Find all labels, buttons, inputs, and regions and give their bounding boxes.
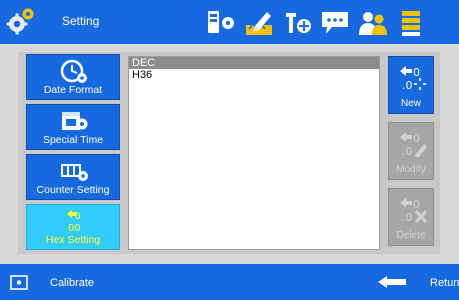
hex-digits-icon: 0 00 — [67, 210, 81, 234]
sidebar-item-label: Date Format — [43, 84, 103, 96]
svg-text:0: 0 — [75, 212, 81, 222]
settings-panel: Date Format Special Time Counter Setting… — [18, 52, 440, 254]
new-button-label: New — [400, 98, 421, 109]
new-hex-icon: 0 .0 — [400, 66, 426, 92]
delete-x-icon: 0 .0 — [400, 198, 428, 224]
svg-text:.0: .0 — [402, 79, 413, 92]
calendar-gear-icon — [62, 112, 88, 130]
svg-text:.0: .0 — [402, 145, 413, 158]
wrench-settings-icon[interactable] — [283, 9, 313, 37]
calibrate-button[interactable]: Calibrate — [50, 277, 94, 289]
hex-list[interactable]: DEC H36 — [128, 56, 380, 250]
sidebar-item-label: Counter Setting — [36, 184, 110, 196]
counter-gear-icon — [61, 164, 88, 181]
svg-text:0: 0 — [413, 198, 420, 211]
sidebar-item-label: Hex Setting — [45, 234, 101, 246]
sidebar-item-hex-setting[interactable]: 0 00 Hex Setting — [26, 204, 120, 250]
svg-text:0: 0 — [413, 66, 420, 79]
modify-pencil-icon: 0 .0 — [400, 132, 427, 158]
svg-text:0: 0 — [413, 132, 420, 145]
list-item[interactable]: H36 — [129, 69, 379, 81]
modify-button-label: Modify — [396, 164, 426, 175]
main-area: Date Format Special Time Counter Setting… — [0, 44, 459, 264]
top-bar: Setting — [0, 0, 459, 44]
calendar-clock-icon — [60, 59, 87, 83]
sidebar-item-special-time[interactable]: Special Time — [26, 104, 120, 150]
sidebar-item-date-format[interactable]: Date Format — [26, 54, 120, 100]
return-button[interactable]: Return — [430, 277, 459, 289]
svg-text:.0: .0 — [402, 211, 413, 224]
calibrate-icon[interactable] — [10, 275, 28, 290]
pen-edit-icon[interactable] — [245, 9, 275, 37]
sidebar-item-counter-setting[interactable]: Counter Setting — [26, 154, 120, 200]
device-settings-icon[interactable] — [206, 9, 236, 37]
sidebar-item-label: Special Time — [42, 134, 104, 146]
delete-button[interactable]: 0 .0 Delete — [388, 188, 434, 246]
modify-button[interactable]: 0 .0 Modify — [388, 122, 434, 180]
new-button[interactable]: 0 .0 New — [388, 56, 434, 114]
svg-text:00: 00 — [68, 223, 81, 234]
bottom-bar: Calibrate Return — [0, 264, 459, 300]
users-icon[interactable] — [358, 9, 388, 37]
return-arrow-icon[interactable] — [377, 275, 407, 289]
list-item[interactable]: DEC — [129, 57, 379, 69]
gears-icon — [6, 8, 34, 35]
delete-button-label: Delete — [396, 230, 426, 241]
page-title: Setting — [62, 14, 100, 28]
list-menu-icon[interactable] — [396, 9, 426, 37]
chat-icon[interactable] — [320, 9, 350, 37]
